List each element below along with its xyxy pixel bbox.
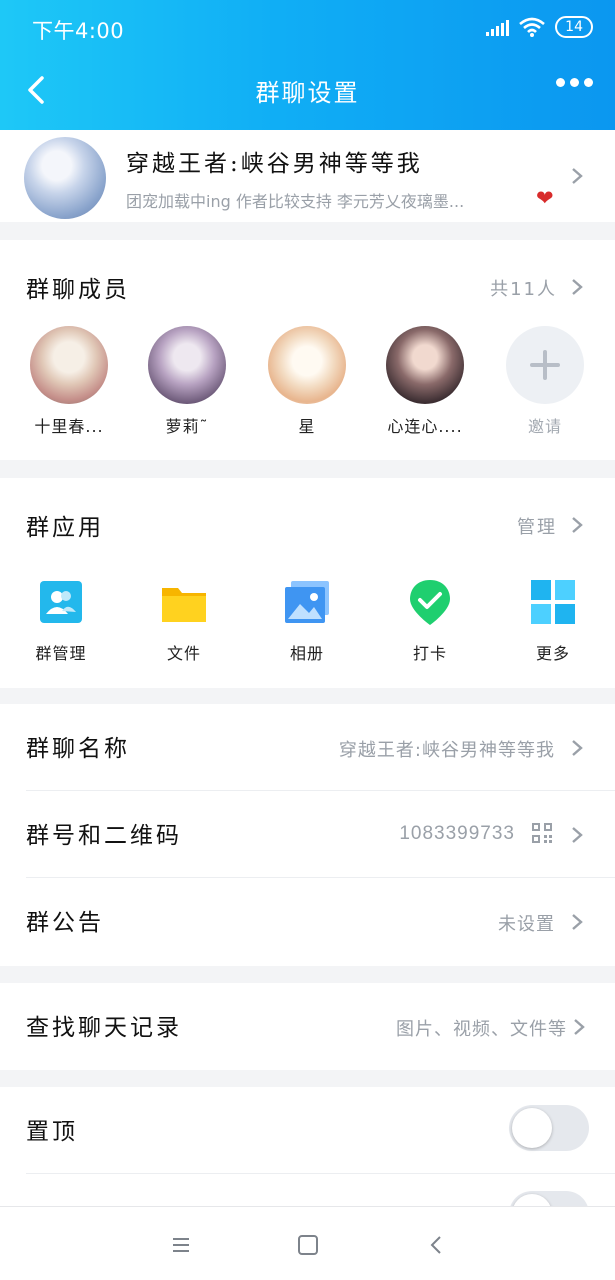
member-item[interactable]: 星: [252, 326, 362, 437]
app-group-manage[interactable]: 群管理: [11, 578, 111, 664]
member-name: 萝莉˜: [165, 417, 209, 436]
page-title: 群聊设置: [255, 79, 360, 107]
member-name: 星: [298, 417, 316, 436]
search-history-row[interactable]: 查找聊天记录 图片、视频、文件等: [0, 983, 615, 1070]
member-item[interactable]: 萝莉˜: [132, 326, 242, 437]
group-id-value: 1083399733: [399, 823, 515, 844]
battery-indicator: 14: [555, 16, 593, 38]
status-time: 下午4:00: [32, 19, 125, 43]
more-options-button[interactable]: [556, 78, 593, 87]
group-manage-icon: [40, 581, 82, 623]
group-card[interactable]: 穿越王者:峡谷男神等等我 团宠加载中ing 作者比较支持 李元芳乂夜璃墨... …: [0, 130, 615, 222]
group-avatar: [24, 137, 106, 219]
app-label: 群管理: [35, 644, 87, 663]
group-name-row[interactable]: 群聊名称 穿越王者:峡谷男神等等我: [0, 704, 615, 791]
group-info-section: 群聊名称 穿越王者:峡谷男神等等我 群号和二维码 1083399733 群公告 …: [0, 704, 615, 966]
chevron-right-icon: [567, 277, 587, 297]
member-name: 心连心....: [387, 417, 463, 436]
row-value: 未设置: [498, 914, 555, 935]
app-label: 打卡: [412, 644, 447, 663]
search-history-inner: 查找聊天记录 图片、视频、文件等: [0, 983, 615, 1070]
apps-title: 群应用: [26, 515, 104, 541]
divider: [26, 1173, 615, 1174]
heart-icon: ❤: [536, 186, 554, 210]
group-apps-section: 群应用 管理 群管理 文件 相册 打卡 更多: [0, 478, 615, 688]
back-nav-icon[interactable]: [423, 1231, 451, 1259]
folder-icon: [162, 588, 206, 622]
app-label: 更多: [535, 644, 570, 663]
member-item[interactable]: 十里春...: [14, 326, 124, 437]
member-avatar: [386, 326, 464, 404]
toggle-knob: [512, 1108, 552, 1148]
chevron-right-icon: [567, 738, 587, 758]
row-label: 群聊名称: [26, 736, 130, 762]
group-name: 穿越王者:峡谷男神等等我: [126, 151, 423, 177]
pin-toggle[interactable]: [509, 1105, 589, 1151]
status-icons: 14: [486, 16, 593, 38]
menu-icon[interactable]: [167, 1231, 195, 1259]
invite-button[interactable]: 邀请: [490, 326, 600, 437]
member-name: 十里春...: [34, 417, 104, 436]
pin-row: 置顶: [0, 1087, 615, 1174]
app-album[interactable]: 相册: [257, 578, 357, 664]
group-id-row[interactable]: 群号和二维码 1083399733: [0, 791, 615, 878]
app-files[interactable]: 文件: [134, 578, 234, 664]
row-label: 置顶: [26, 1119, 78, 1145]
chevron-right-icon: [569, 1017, 589, 1037]
row-label: 群号和二维码: [26, 823, 182, 849]
plus-icon: [506, 326, 584, 404]
members-title: 群聊成员: [26, 277, 130, 303]
row-value: 穿越王者:峡谷男神等等我: [338, 740, 555, 761]
chevron-right-icon: [567, 166, 587, 186]
wifi-icon: [519, 17, 546, 37]
header-bar: 下午4:00 14 群聊设置: [0, 0, 615, 130]
system-nav-bar: [0, 1206, 615, 1280]
group-notice-row[interactable]: 群公告 未设置: [0, 878, 615, 965]
qr-code-icon: [532, 823, 552, 843]
chevron-right-icon: [567, 515, 587, 535]
member-item[interactable]: 心连心....: [370, 326, 480, 437]
member-avatar: [30, 326, 108, 404]
chevron-right-icon: [567, 825, 587, 845]
member-avatar: [148, 326, 226, 404]
album-icon: [285, 581, 329, 623]
more-grid-icon: [531, 580, 575, 624]
signal-icon: [486, 18, 510, 36]
invite-label: 邀请: [527, 417, 562, 436]
app-checkin[interactable]: 打卡: [380, 578, 480, 664]
app-label: 文件: [166, 644, 201, 663]
row-value: 图片、视频、文件等: [396, 1019, 567, 1040]
checkin-icon: [410, 580, 450, 625]
members-section: 群聊成员 共11人 十里春... 萝莉˜ 星 心连心.... 邀请: [0, 240, 615, 460]
row-label: 查找聊天记录: [26, 1015, 182, 1041]
member-avatar: [268, 326, 346, 404]
apps-manage-link[interactable]: 管理: [517, 513, 557, 539]
home-square-icon[interactable]: [294, 1231, 322, 1259]
app-label: 相册: [289, 644, 324, 663]
chevron-right-icon: [567, 912, 587, 932]
members-count[interactable]: 共11人: [490, 275, 557, 301]
group-description: 团宠加载中ing 作者比较支持 李元芳乂夜璃墨...: [126, 192, 465, 211]
app-more[interactable]: 更多: [503, 578, 603, 664]
row-label: 群公告: [26, 910, 104, 936]
